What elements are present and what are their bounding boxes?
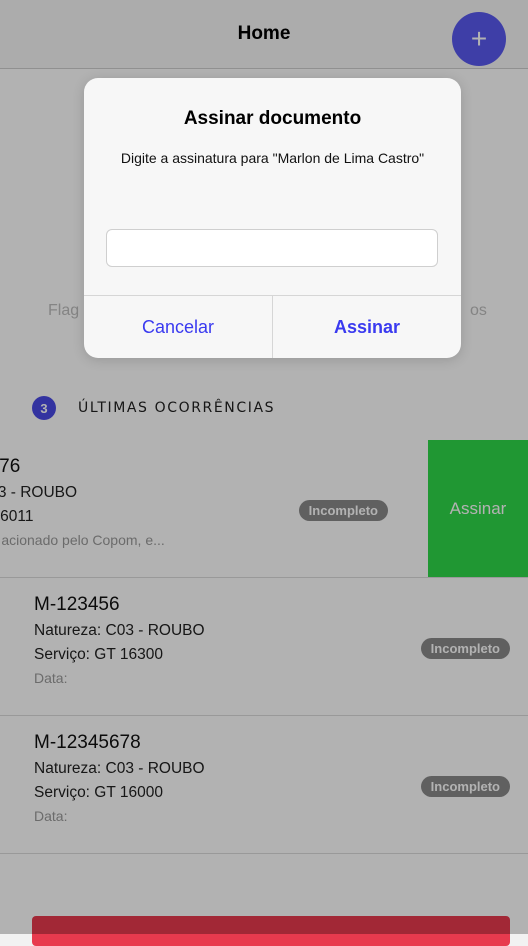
cancel-button[interactable]: Cancelar <box>84 296 272 358</box>
sign-document-dialog: Assinar documento Digite a assinatura pa… <box>84 78 461 358</box>
dialog-actions: Cancelar Assinar <box>84 295 461 358</box>
sign-button[interactable]: Assinar <box>272 296 461 358</box>
dialog-message: Digite a assinatura para "Marlon de Lima… <box>120 150 425 166</box>
signature-input[interactable] <box>106 229 438 267</box>
dialog-title: Assinar documento <box>183 108 362 129</box>
